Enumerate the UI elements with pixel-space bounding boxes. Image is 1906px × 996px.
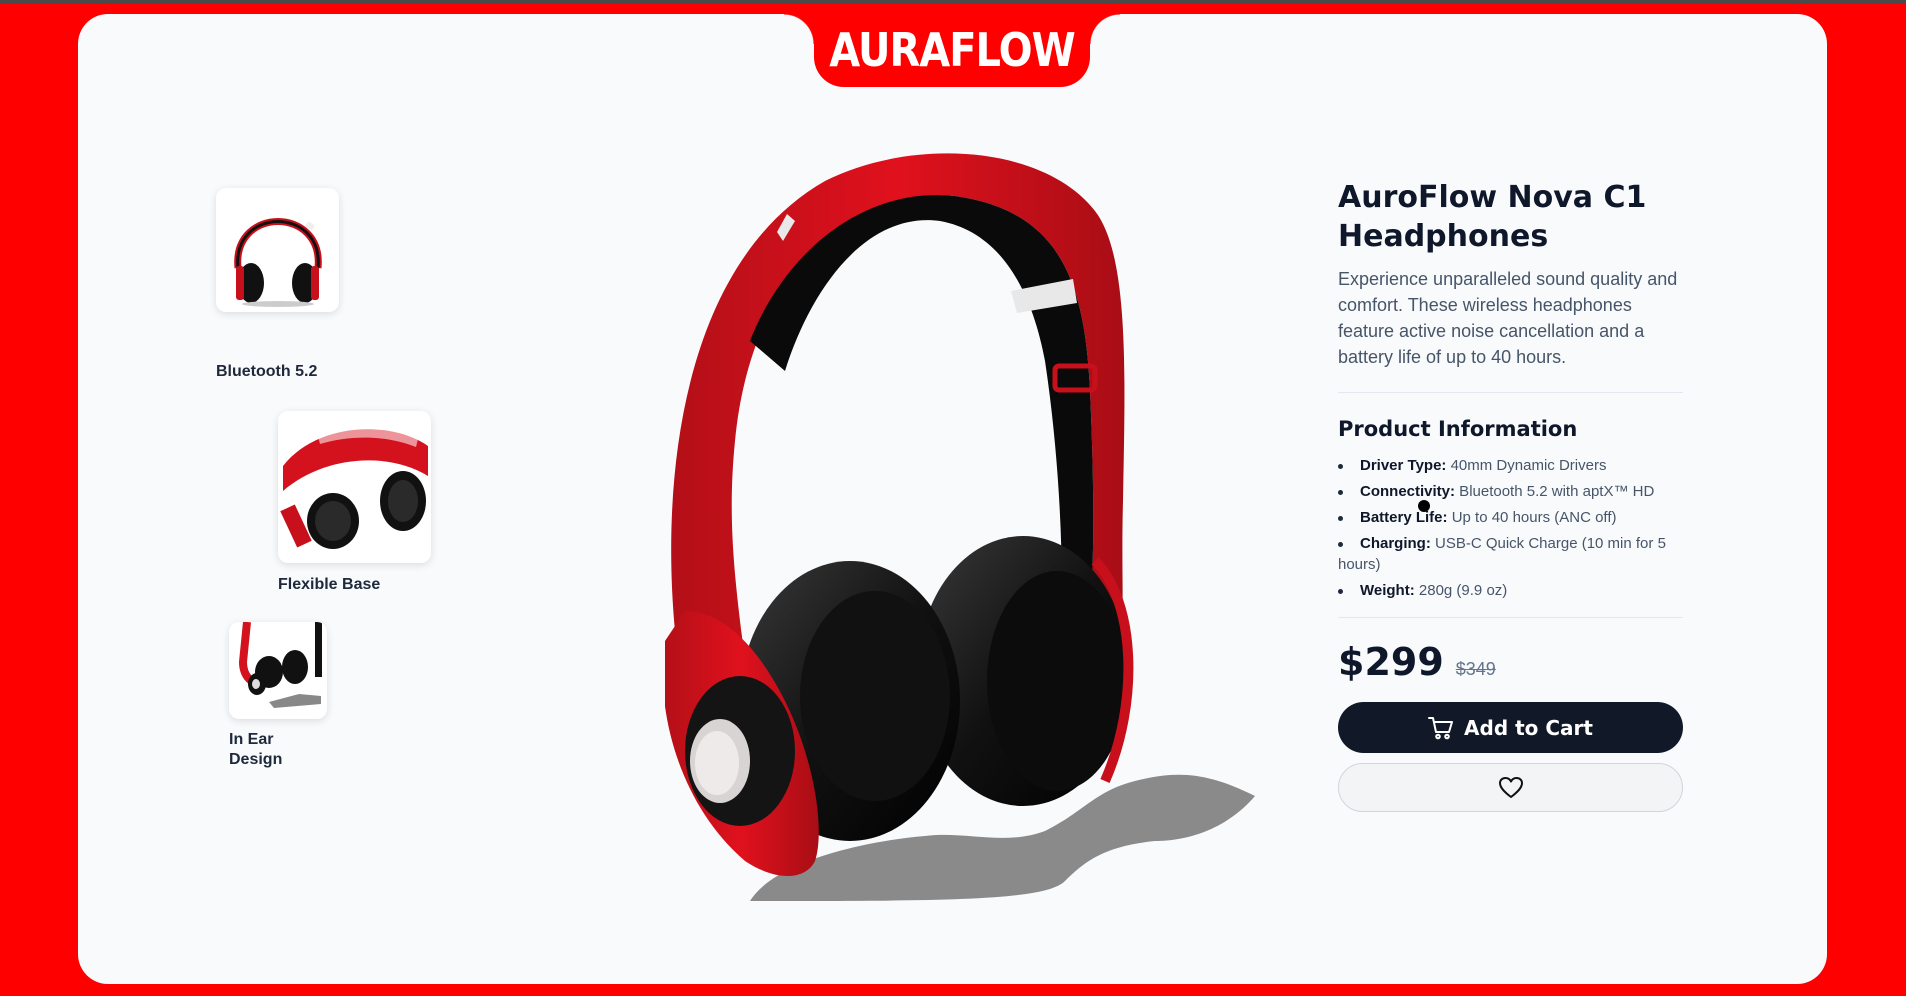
thumbnail-label-bluetooth: Bluetooth 5.2 xyxy=(216,363,318,380)
spec-item-battery-life: Battery Life: Up to 40 hours (ANC off) xyxy=(1338,507,1683,528)
divider xyxy=(1338,392,1683,393)
title-line-1: AuroFlow Nova C1 xyxy=(1338,180,1647,215)
thumbnail-in-ear-design[interactable] xyxy=(229,622,327,719)
add-to-cart-label: Add to Cart xyxy=(1464,715,1593,740)
spec-item-driver-type: Driver Type: 40mm Dynamic Drivers xyxy=(1338,455,1683,476)
window-top-border xyxy=(0,0,1906,4)
label-line-1: In Ear xyxy=(229,731,274,748)
original-price: $349 xyxy=(1455,659,1496,679)
heart-icon xyxy=(1498,776,1523,798)
spec-value: Up to 40 hours (ANC off) xyxy=(1447,509,1617,526)
mouse-cursor xyxy=(1418,500,1430,512)
label-line-2: Design xyxy=(229,751,283,768)
spec-key: Connectivity: xyxy=(1360,483,1456,500)
price-row: $299 $349 xyxy=(1338,640,1683,684)
spec-list: Driver Type: 40mm Dynamic Drivers Connec… xyxy=(1338,455,1683,601)
product-title: AuroFlow Nova C1 Headphones xyxy=(1338,178,1683,256)
spec-key: Driver Type: xyxy=(1360,457,1447,474)
headband-closeup-thumbnail xyxy=(280,428,428,549)
product-description: Experience unparalleled sound quality an… xyxy=(1338,269,1678,367)
thumbnail-label-in-ear-design: In Ear Design xyxy=(229,730,282,770)
headphones-3d-model xyxy=(662,153,1255,901)
divider xyxy=(1338,617,1683,618)
spec-value: 40mm Dynamic Drivers xyxy=(1446,457,1607,474)
spec-item-charging: Charging: USB-C Quick Charge (10 min for… xyxy=(1338,533,1683,575)
wishlist-button[interactable] xyxy=(1338,763,1683,812)
product-info-heading: Product Information xyxy=(1338,417,1578,441)
spec-key: Weight: xyxy=(1360,582,1415,599)
product-image-viewer[interactable] xyxy=(662,141,1365,901)
product-info-panel: AuroFlow Nova C1 Headphones Experience u… xyxy=(1338,178,1683,812)
product-card: AURAFLOW Bluetooth 5.2 Flexible Base In … xyxy=(78,14,1827,984)
title-line-2: Headphones xyxy=(1338,219,1549,254)
spec-value: Bluetooth 5.2 with aptX™ HD xyxy=(1455,483,1655,500)
spec-item-connectivity: Connectivity: Bluetooth 5.2 with aptX™ H… xyxy=(1338,481,1683,502)
current-price: $299 xyxy=(1338,640,1444,684)
thumbnail-flexible-base[interactable] xyxy=(278,411,431,563)
add-to-cart-button[interactable]: Add to Cart xyxy=(1338,702,1683,753)
headphones-side-thumbnail xyxy=(238,622,322,708)
cart-icon xyxy=(1428,716,1454,739)
spec-value: 280g (9.9 oz) xyxy=(1414,582,1508,599)
thumbnail-label-flexible-base: Flexible Base xyxy=(278,576,381,593)
spec-key: Charging: xyxy=(1360,535,1431,552)
brand-logo[interactable]: AURAFLOW xyxy=(829,24,1075,77)
headphones-front-thumbnail xyxy=(234,218,322,307)
spec-item-weight: Weight: 280g (9.9 oz) xyxy=(1338,580,1683,601)
thumbnail-bluetooth[interactable] xyxy=(216,188,339,312)
spec-key: Battery Life: xyxy=(1360,509,1448,526)
brand-header: AURAFLOW xyxy=(784,14,1120,87)
